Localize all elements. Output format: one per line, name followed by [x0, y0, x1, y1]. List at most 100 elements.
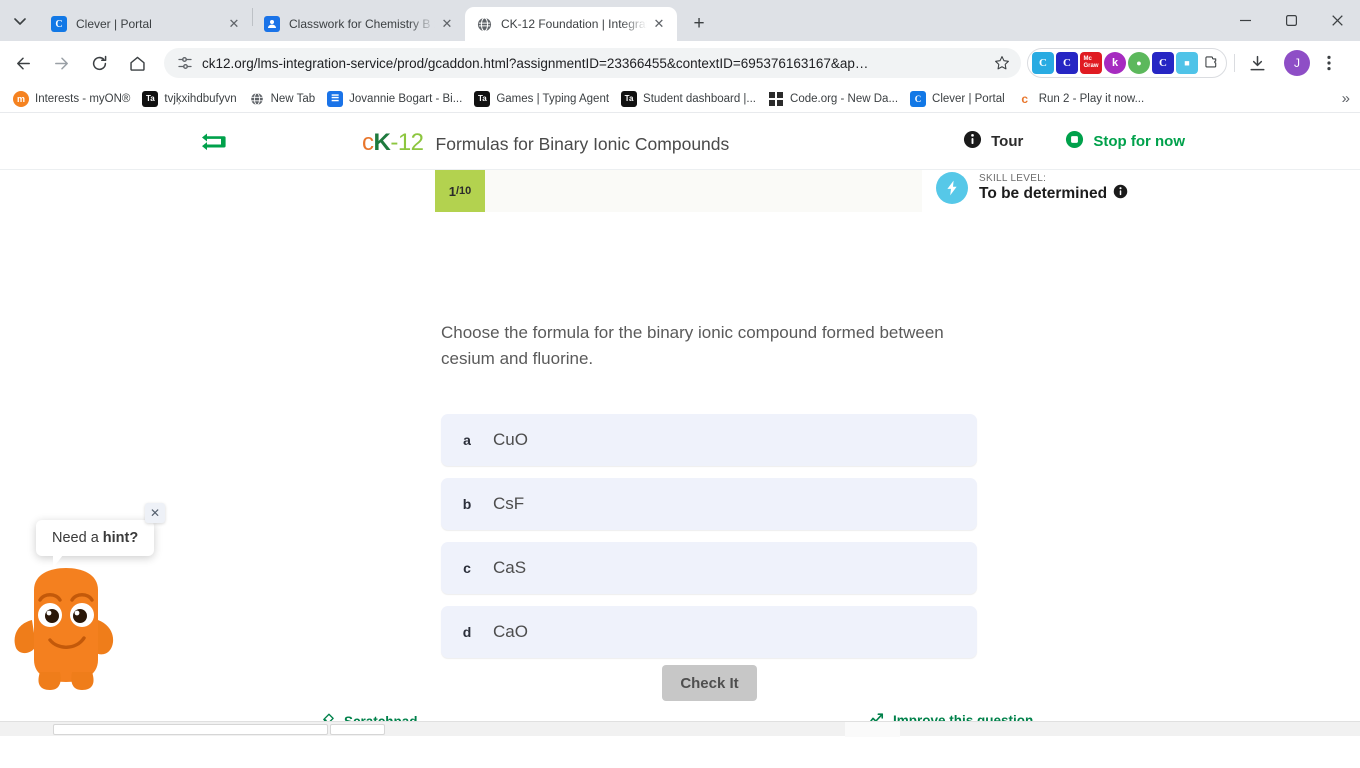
- progress-bar: 1/10: [435, 170, 922, 212]
- bookmark-new-tab[interactable]: New Tab: [244, 88, 323, 110]
- kami-extension-icon[interactable]: k: [1104, 52, 1126, 74]
- typing-agent-icon: Ta: [474, 90, 491, 107]
- ck12-app-header: cK-12 Formulas for Binary Ionic Compound…: [0, 113, 1360, 170]
- browser-tab-clever[interactable]: C Clever | Portal ✕: [40, 7, 252, 41]
- bookmark-label: tvjķxihdbufyvn: [164, 92, 237, 105]
- home-icon[interactable]: [122, 48, 152, 78]
- bookmark-interests-myon[interactable]: m Interests - myON®: [8, 88, 137, 110]
- bookmark-label: Games | Typing Agent: [496, 92, 610, 105]
- bookmark-label: Code.org - New Da...: [790, 92, 899, 105]
- typing-agent-icon: Ta: [621, 90, 638, 107]
- tab-close-icon[interactable]: ✕: [649, 14, 669, 34]
- download-icon[interactable]: [1242, 48, 1272, 78]
- improve-question-button[interactable]: Improve this question: [868, 712, 1033, 721]
- stop-square-icon: [1065, 130, 1084, 153]
- info-icon: [963, 130, 982, 153]
- lightning-bolt-icon: [936, 172, 968, 204]
- option-text: CaO: [493, 622, 528, 641]
- tab-search-button[interactable]: [0, 0, 40, 41]
- answer-option-b[interactable]: b CsF: [441, 478, 977, 530]
- option-text: CuO: [493, 430, 528, 449]
- tab-close-icon[interactable]: ✕: [437, 14, 457, 34]
- bookmarks-overflow-icon[interactable]: »: [1342, 90, 1350, 107]
- stop-label: Stop for now: [1093, 133, 1185, 150]
- docs-icon: ☰: [327, 90, 344, 107]
- hint-text-bold: hint?: [102, 530, 139, 546]
- new-tab-button[interactable]: +: [685, 10, 713, 38]
- close-window-icon[interactable]: [1314, 0, 1360, 41]
- avatar[interactable]: J: [1284, 50, 1310, 76]
- answer-option-d[interactable]: d CaO: [441, 606, 977, 658]
- typing-agent-icon: Ta: [142, 90, 159, 107]
- browser-tab-ck12[interactable]: CK-12 Foundation | Integrations ✕: [465, 7, 677, 41]
- skill-level: SKILL LEVEL: To be determined: [936, 172, 1128, 204]
- back-icon[interactable]: [8, 48, 38, 78]
- clever-dark-extension-icon[interactable]: C: [1056, 52, 1078, 74]
- bookmark-jovannie-bogart[interactable]: ☰ Jovannie Bogart - Bi...: [322, 88, 469, 110]
- close-icon[interactable]: ✕: [145, 503, 165, 523]
- bookmark-label: Student dashboard |...: [643, 92, 757, 105]
- orange-mascot-icon[interactable]: [10, 560, 122, 695]
- scrollbar-thumb[interactable]: [53, 724, 328, 735]
- code-org-icon: [768, 90, 785, 107]
- bookmark-clever-portal[interactable]: C Clever | Portal: [905, 88, 1012, 110]
- answer-options: a CuO b CsF c CaS d CaO: [441, 414, 977, 670]
- bookmark-label: New Tab: [270, 92, 316, 105]
- address-bar[interactable]: ck12.org/lms-integration-service/prod/gc…: [164, 48, 1021, 78]
- tour-button[interactable]: Tour: [963, 130, 1023, 153]
- ck12-logo-k: K: [373, 129, 391, 156]
- answer-option-a[interactable]: a CuO: [441, 414, 977, 466]
- clever-icon: C: [910, 90, 927, 107]
- progress-row: 1/10 SKILL LEVEL: To be determined: [0, 170, 1360, 212]
- info-icon[interactable]: [1113, 184, 1128, 204]
- tab-strip: C Clever | Portal ✕ Classwork for Chemis…: [0, 0, 1360, 41]
- hint-bubble[interactable]: Need a hint?: [36, 520, 155, 568]
- page-title: Formulas for Binary Ionic Compounds: [435, 134, 730, 154]
- forward-icon[interactable]: [46, 48, 76, 78]
- star-icon[interactable]: [989, 55, 1015, 71]
- bookmark-run-2[interactable]: c Run 2 - Play it now...: [1012, 88, 1151, 110]
- option-text: CaS: [493, 558, 527, 577]
- edpuzzle-extension-icon[interactable]: ●: [1128, 52, 1150, 74]
- tab-close-icon[interactable]: ✕: [224, 14, 244, 34]
- scrollbar-segment: [845, 722, 900, 737]
- scratchpad-label: Scratchpad: [344, 713, 418, 722]
- scratchpad-button[interactable]: Scratchpad: [321, 712, 418, 721]
- skill-level-value: To be determined: [979, 184, 1108, 202]
- site-settings-icon[interactable]: [174, 55, 196, 71]
- reload-icon[interactable]: [84, 48, 114, 78]
- stop-for-now-button[interactable]: Stop for now: [1065, 130, 1185, 153]
- clever-badge-extension-icon[interactable]: C: [1152, 52, 1174, 74]
- check-it-button[interactable]: Check It: [662, 665, 757, 701]
- tab-title: Clever | Portal: [76, 17, 152, 31]
- minimize-icon[interactable]: [1222, 0, 1268, 41]
- scrollbar-thumb-secondary[interactable]: [330, 724, 385, 735]
- address-bar-url: ck12.org/lms-integration-service/prod/gc…: [202, 55, 869, 71]
- trend-line-icon: [868, 712, 884, 721]
- ck12-brand: cK-12 Formulas for Binary Ionic Compound…: [362, 129, 729, 157]
- extensions-puzzle-icon[interactable]: [1200, 52, 1222, 74]
- horizontal-scrollbar[interactable]: [0, 721, 1360, 737]
- hint-text: Need a: [52, 530, 103, 546]
- bookmark-tvjkxihdbufyvn[interactable]: Ta tvjķxihdbufyvn: [137, 88, 243, 110]
- browser-tab-classwork[interactable]: Classwork for Chemistry B 2024 ✕: [253, 7, 465, 41]
- bookmark-student-dashboard[interactable]: Ta Student dashboard |...: [616, 88, 763, 110]
- ck12-page: cK-12 Formulas for Binary Ionic Compound…: [0, 113, 1360, 721]
- classroom-extension-icon[interactable]: ■: [1176, 52, 1198, 74]
- bookmarks-bar: m Interests - myON® Ta tvjķxihdbufyvn N…: [0, 85, 1360, 113]
- answer-option-c[interactable]: c CaS: [441, 542, 977, 594]
- tour-label: Tour: [991, 133, 1024, 150]
- mcgraw-hill-extension-icon[interactable]: Mc Graw: [1080, 52, 1102, 74]
- clever-light-extension-icon[interactable]: C: [1032, 52, 1054, 74]
- bookmark-label: Clever | Portal: [932, 92, 1005, 105]
- bookmark-code-org[interactable]: Code.org - New Da...: [763, 88, 905, 110]
- three-dot-menu-icon[interactable]: [1314, 48, 1344, 78]
- option-text: CsF: [493, 494, 525, 513]
- browser-window: C Clever | Portal ✕ Classwork for Chemis…: [0, 0, 1360, 768]
- clever-icon: C: [51, 16, 67, 32]
- maximize-icon[interactable]: [1268, 0, 1314, 41]
- back-to-assignment-icon[interactable]: [198, 128, 228, 159]
- bookmark-games-typing-agent[interactable]: Ta Games | Typing Agent: [469, 88, 616, 110]
- globe-icon: [249, 91, 265, 107]
- scratchpad-pencil-icon: [321, 712, 336, 721]
